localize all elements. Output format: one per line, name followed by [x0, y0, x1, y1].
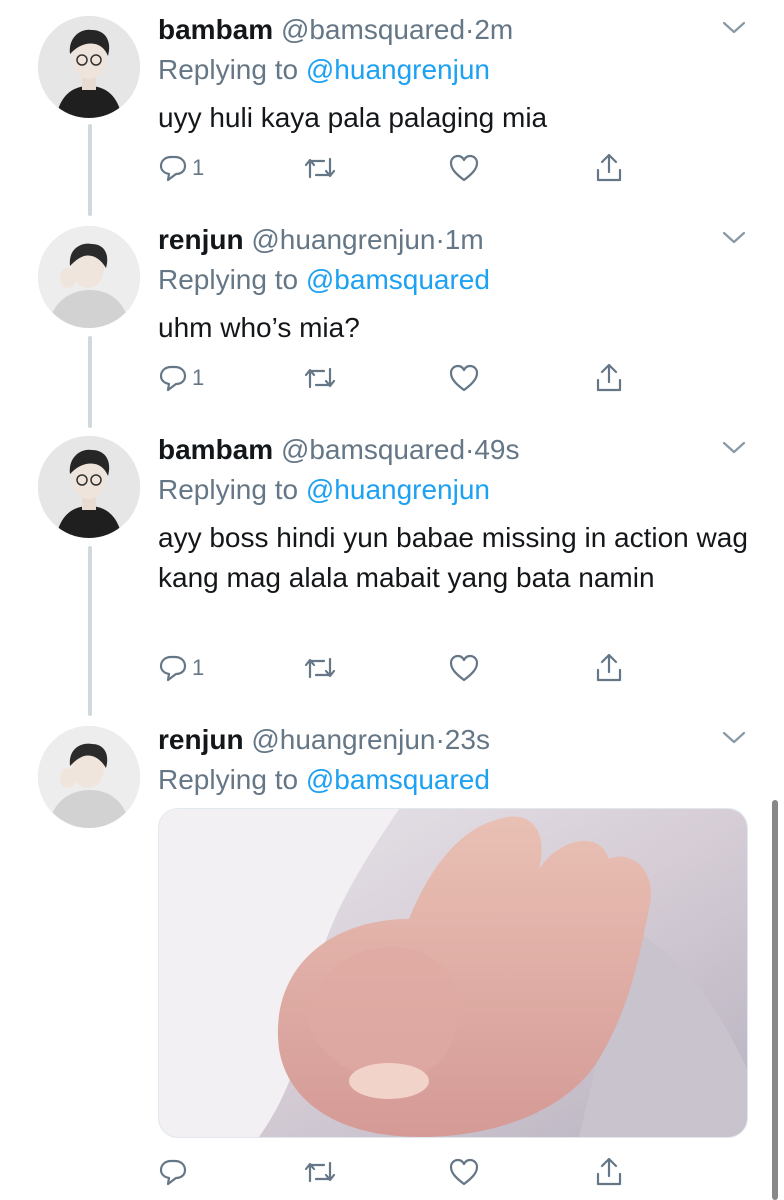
scrollbar[interactable]	[772, 800, 778, 1200]
tweet[interactable]: renjun @huangrenjun·1m Replying to @bams…	[0, 212, 784, 412]
chevron-down-icon[interactable]	[720, 728, 748, 748]
share-icon	[594, 362, 624, 394]
user-handle[interactable]: @bamsquared	[281, 14, 465, 45]
timestamp[interactable]: 1m	[445, 224, 484, 255]
tweet-header: renjun @huangrenjun·1m	[158, 222, 484, 258]
separator: ·	[465, 434, 475, 465]
replying-label: Replying to	[158, 54, 299, 85]
replying-to: Replying to @huangrenjun	[158, 52, 490, 88]
replying-to: Replying to @bamsquared	[158, 262, 490, 298]
tweet-text: uyy huli kaya pala palaging mia	[158, 102, 548, 133]
tweet-header: bambam @bamsquared·2m	[158, 12, 513, 48]
chevron-down-icon[interactable]	[720, 18, 748, 38]
like-button[interactable]	[448, 1152, 480, 1192]
tweet-photo[interactable]	[158, 808, 748, 1138]
photo-baby-hand	[159, 809, 747, 1137]
chevron-down-icon[interactable]	[720, 228, 748, 248]
timestamp[interactable]: 2m	[474, 14, 513, 45]
retweet-button[interactable]	[302, 648, 338, 688]
reply-icon	[158, 363, 188, 393]
reply-button[interactable]: 1	[158, 148, 204, 188]
tweet-text: ayy boss hindi yun babae missing in acti…	[158, 522, 748, 593]
user-handle[interactable]: @huangrenjun	[251, 724, 435, 755]
reply-button[interactable]: 1	[158, 358, 204, 398]
retweet-button[interactable]	[302, 148, 338, 188]
like-button[interactable]	[448, 358, 480, 398]
tweet-actions: 1	[158, 358, 638, 398]
share-button[interactable]	[594, 1152, 624, 1192]
reply-count: 1	[192, 365, 205, 390]
user-handle[interactable]: @bamsquared	[281, 434, 465, 465]
replying-label: Replying to	[158, 474, 299, 505]
reply-button[interactable]	[158, 1152, 188, 1192]
heart-icon	[448, 153, 480, 183]
mention-link[interactable]: @huangrenjun	[306, 54, 490, 85]
like-button[interactable]	[448, 648, 480, 688]
heart-icon	[448, 1157, 480, 1187]
display-name[interactable]: bambam	[158, 14, 273, 45]
replying-to: Replying to @huangrenjun	[158, 472, 490, 508]
reply-icon	[158, 1157, 188, 1187]
mention-link[interactable]: @huangrenjun	[306, 474, 490, 505]
retweet-button[interactable]	[302, 358, 338, 398]
retweet-icon	[302, 653, 338, 683]
tweet-actions: 1	[158, 648, 638, 688]
tweet-actions: 1	[158, 148, 638, 188]
avatar-bambam[interactable]	[38, 16, 140, 118]
replying-label: Replying to	[158, 264, 299, 295]
share-button[interactable]	[594, 358, 624, 398]
replying-label: Replying to	[158, 764, 299, 795]
separator: ·	[435, 724, 445, 755]
like-button[interactable]	[448, 148, 480, 188]
heart-icon	[448, 653, 480, 683]
tweet[interactable]: renjun @huangrenjun·23s Replying to @bam…	[0, 712, 784, 1200]
display-name[interactable]: renjun	[158, 724, 244, 755]
replying-to: Replying to @bamsquared	[158, 762, 490, 798]
separator: ·	[465, 14, 475, 45]
tweet-header: bambam @bamsquared·49s	[158, 432, 520, 468]
heart-icon	[448, 363, 480, 393]
user-handle[interactable]: @huangrenjun	[251, 224, 435, 255]
mention-link[interactable]: @bamsquared	[306, 764, 490, 795]
share-icon	[594, 652, 624, 684]
reply-count: 1	[192, 155, 205, 180]
mention-link[interactable]: @bamsquared	[306, 264, 490, 295]
reply-count: 1	[192, 655, 205, 680]
reply-button[interactable]: 1	[158, 648, 204, 688]
timestamp[interactable]: 23s	[445, 724, 490, 755]
chevron-down-icon[interactable]	[720, 438, 748, 458]
tweet[interactable]: bambam @bamsquared·2m Replying to @huang…	[0, 2, 784, 202]
avatar-renjun[interactable]	[38, 226, 140, 328]
timestamp[interactable]: 49s	[474, 434, 519, 465]
separator: ·	[435, 224, 445, 255]
share-button[interactable]	[594, 148, 624, 188]
reply-icon	[158, 153, 188, 183]
avatar-bambam[interactable]	[38, 436, 140, 538]
share-icon	[594, 1156, 624, 1188]
retweet-icon	[302, 1157, 338, 1187]
tweet-actions	[158, 1152, 638, 1192]
reply-icon	[158, 653, 188, 683]
retweet-button[interactable]	[302, 1152, 338, 1192]
tweet-text: uhm who’s mia?	[158, 312, 360, 343]
retweet-icon	[302, 363, 338, 393]
display-name[interactable]: bambam	[158, 434, 273, 465]
share-button[interactable]	[594, 648, 624, 688]
avatar-renjun[interactable]	[38, 726, 140, 828]
share-icon	[594, 152, 624, 184]
retweet-icon	[302, 153, 338, 183]
tweet[interactable]: bambam @bamsquared·49s Replying to @huan…	[0, 422, 784, 712]
display-name[interactable]: renjun	[158, 224, 244, 255]
tweet-header: renjun @huangrenjun·23s	[158, 722, 490, 758]
